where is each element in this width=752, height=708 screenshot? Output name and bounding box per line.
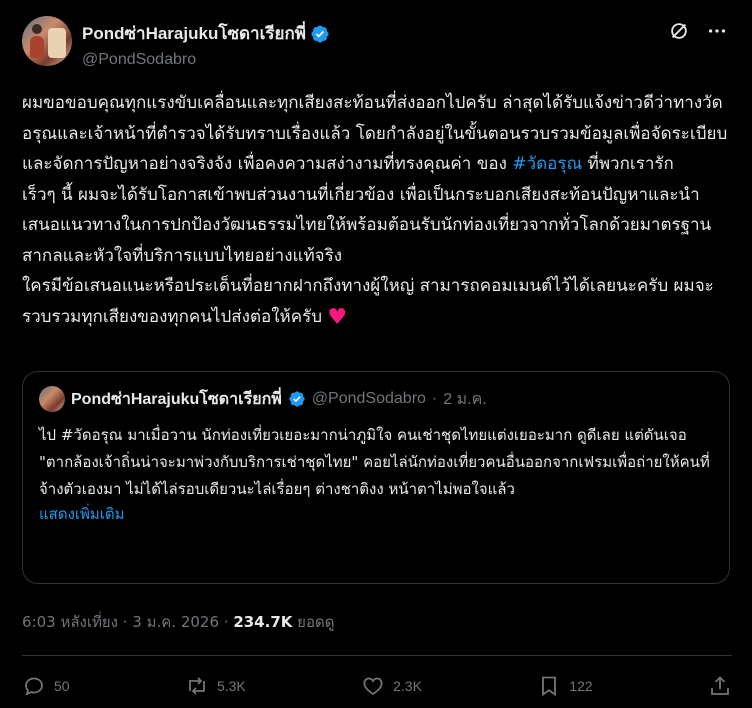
hashtag-link[interactable]: #วัดอรุณ — [512, 154, 582, 174]
quoted-post[interactable]: Pondซ่าHarajukuโซดาเรียกพี่ @PondSodabro… — [22, 371, 730, 584]
quoted-display-name: Pondซ่าHarajukuโซดาเรียกพี่ — [71, 390, 282, 408]
repost-icon — [189, 677, 205, 695]
verified-badge-icon — [311, 24, 329, 43]
divider — [22, 655, 732, 656]
author-display-name[interactable]: Pondซ่าHarajukuโซดาเรียกพี่ — [82, 20, 306, 47]
post-timestamp[interactable]: 6:03 หลังเที่ยง · 3 ม.ค. 2026 · — [22, 613, 233, 631]
post-text-part2: ที่พวกเรารัก เร็วๆ นี้ ผมจะได้รับโอกาสเข… — [22, 154, 714, 327]
like-button[interactable]: 2.3K — [361, 674, 422, 698]
share-icon — [711, 676, 729, 695]
avatar[interactable] — [22, 16, 72, 66]
action-bar: 50 5.3K 2.3K 122 — [22, 670, 732, 702]
verified-badge-icon — [289, 391, 305, 407]
reply-count: 50 — [54, 678, 70, 694]
post-header: Pondซ่าHarajukuโซดาเรียกพี่ @PondSodabro — [22, 16, 732, 68]
author-name-row[interactable]: Pondซ่าHarajukuโซดาเรียกพี่ — [82, 20, 330, 47]
author-block: Pondซ่าHarajukuโซดาเรียกพี่ @PondSodabro — [82, 20, 330, 69]
reply-icon — [25, 677, 43, 696]
post: Pondซ่าHarajukuโซดาเรียกพี่ @PondSodabro… — [0, 0, 752, 708]
view-count: 234.7K — [233, 613, 293, 631]
bookmark-count: 122 — [569, 678, 593, 694]
repost-button[interactable]: 5.3K — [185, 674, 246, 698]
quoted-post-header: Pondซ่าHarajukuโซดาเรียกพี่ @PondSodabro… — [39, 386, 713, 412]
like-icon — [363, 677, 383, 696]
more-icon[interactable] — [706, 20, 728, 42]
share-button[interactable] — [708, 674, 732, 698]
repost-count: 5.3K — [216, 678, 246, 694]
post-meta: 6:03 หลังเที่ยง · 3 ม.ค. 2026 · 234.7K ย… — [22, 610, 334, 634]
quoted-date: 2 ม.ค. — [443, 390, 487, 408]
bookmark-button[interactable]: 122 — [537, 674, 593, 698]
quoted-text: ไป #วัดอรุณ มาเมื่อวาน นักท่องเที่ยวเยอะ… — [39, 426, 710, 498]
bookmark-icon — [542, 676, 557, 697]
reply-button[interactable]: 50 — [22, 674, 70, 698]
view-label: ยอดดู — [292, 613, 335, 631]
show-more-link[interactable]: แสดงเพิ่มเติม — [39, 503, 713, 525]
header-actions — [668, 20, 728, 42]
quoted-avatar — [39, 386, 65, 412]
author-handle[interactable]: @PondSodabro — [82, 51, 330, 69]
post-text: ผมขอขอบคุณทุกแรงขับเคลื่อนและทุกเสียงสะท… — [22, 88, 734, 333]
like-count: 2.3K — [393, 678, 422, 694]
grok-icon[interactable] — [668, 20, 690, 42]
separator-dot: · — [431, 390, 438, 407]
quoted-handle: @PondSodabro — [311, 390, 426, 407]
heart-emoji: ♥ — [327, 304, 348, 330]
